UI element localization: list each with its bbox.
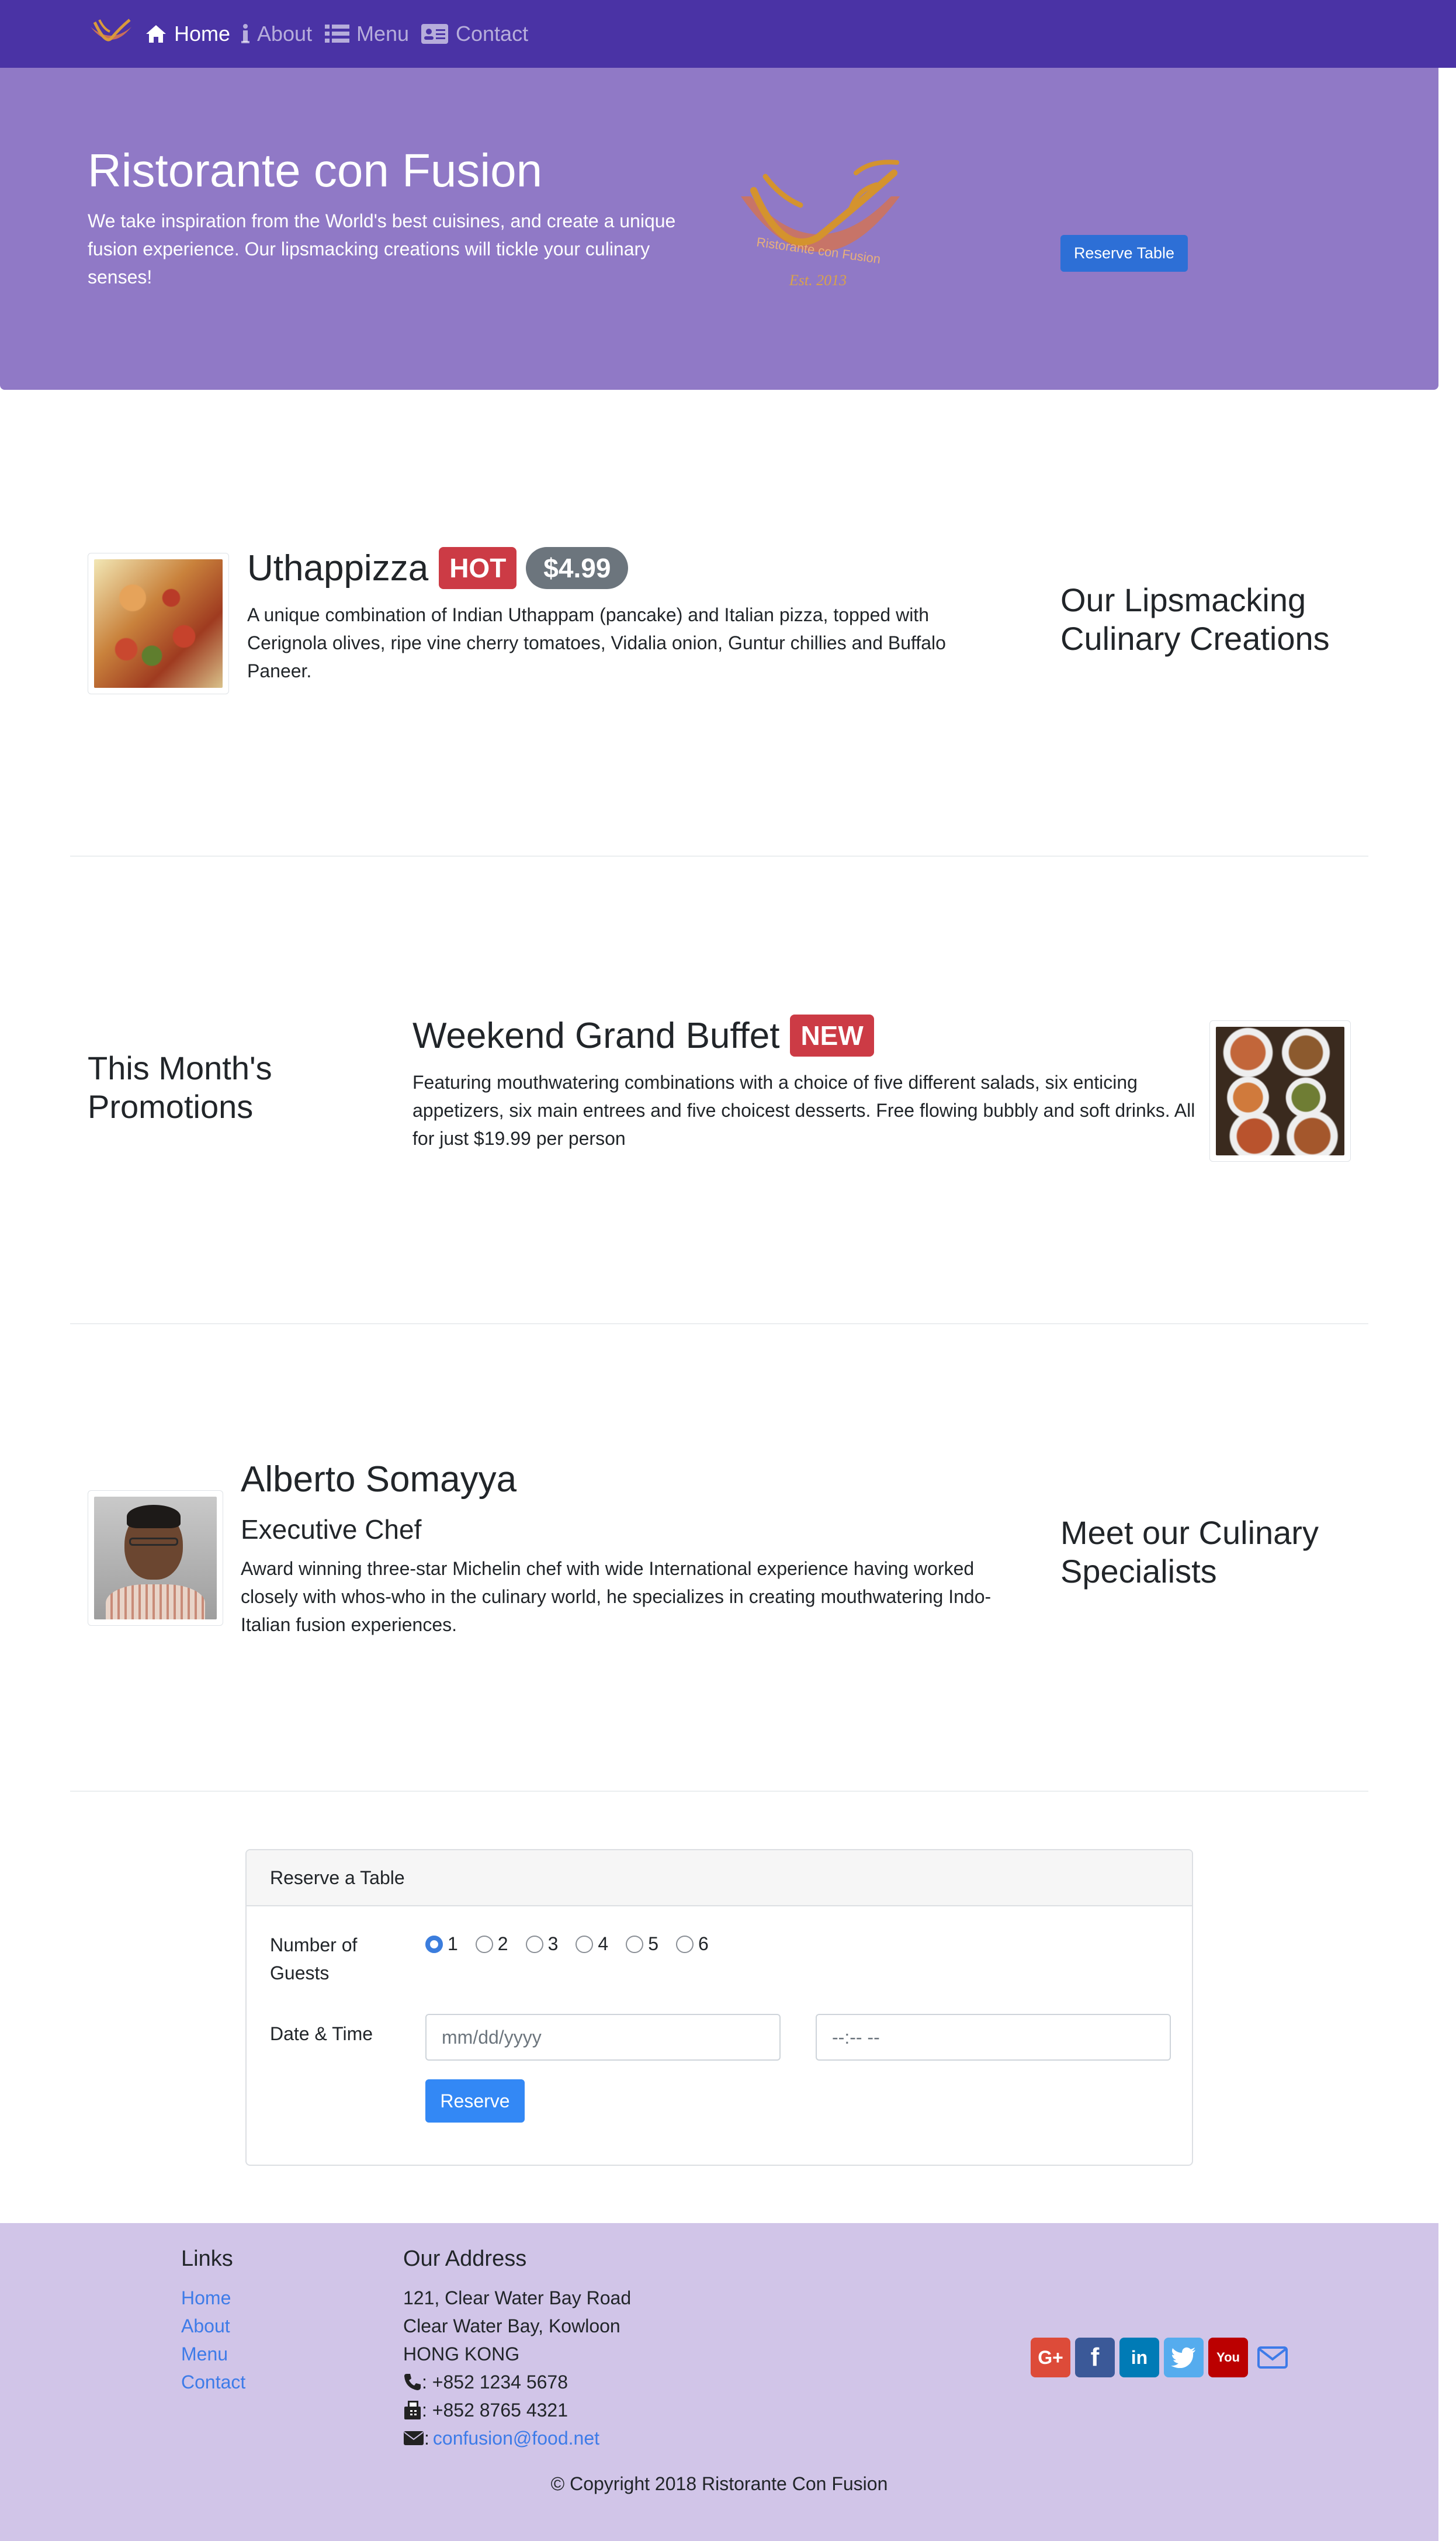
datetime-label: Date & Time [270,2023,373,2044]
leader-name: Alberto Somayya [241,1459,517,1500]
social-links: G+ f in You [1031,2338,1297,2377]
guest-option-6[interactable]: 6 [675,1933,709,1955]
date-input[interactable]: mm/dd/yyyy [425,2014,781,2061]
divider [70,1323,1368,1324]
linkedin-icon[interactable]: in [1119,2338,1159,2377]
phone-text: : +852 1234 5678 [422,2372,568,2393]
guest-option-5[interactable]: 5 [626,1933,658,1955]
time-input[interactable]: --:-- -- [816,2014,1171,2061]
dish-name: Uthappizza [247,548,429,588]
radio-button[interactable] [425,1935,443,1953]
reservation-card-header: Reserve a Table [247,1850,1192,1906]
promotion-section-heading: This Month's Promotions [88,1050,272,1125]
phone-line: : +852 1234 5678 [403,2368,631,2396]
hot-badge: HOT [439,547,517,589]
restaurant-logo: Ristorante con Fusion Est. 2013 [730,155,929,296]
address-line: HONG KONG [403,2343,520,2365]
nav-contact[interactable]: Contact [421,0,528,68]
promotion-description: Featuring mouthwatering combinations wit… [412,1072,1195,1149]
nav-about[interactable]: About [241,0,312,68]
mail-icon[interactable] [1253,2338,1292,2377]
phone-icon [403,2373,422,2391]
google-plus-icon[interactable]: G+ [1031,2338,1070,2377]
facebook-icon[interactable]: f [1075,2338,1115,2377]
new-badge: NEW [790,1015,874,1057]
radio-button[interactable] [475,1935,493,1953]
guest-option-3[interactable]: 3 [525,1933,559,1955]
promotion-thumbnail [1209,1020,1351,1162]
fax-line: : +852 8765 4321 [403,2396,631,2424]
divider [70,1791,1368,1792]
jumbotron-title: Ristorante con Fusion [88,144,543,196]
footer-links-heading: Links [181,2246,233,2271]
guest-option-label: 6 [698,1933,709,1954]
jumbotron: Ristorante con Fusion We take inspiratio… [0,68,1438,390]
youtube-icon[interactable]: You [1208,2338,1248,2377]
fax-text: : +852 8765 4321 [422,2400,568,2421]
info-icon [241,23,250,44]
footer-link-contact[interactable]: Contact [181,2368,245,2396]
leader-title: Executive Chef [241,1514,422,1545]
guests-label: Number of Guests [270,1934,358,1983]
guest-option-label: 3 [547,1933,559,1954]
promotion-heading: Weekend Grand Buffet NEW [412,1015,874,1057]
logo-est: Est. 2013 [789,272,847,289]
price-badge: $4.99 [526,547,629,589]
radio-button[interactable] [626,1935,644,1953]
footer-link-home[interactable]: Home [181,2284,245,2312]
dish-heading: Uthappizza HOT $4.99 [247,547,629,589]
dish-thumbnail [88,553,229,694]
nav-contact-label: Contact [456,22,529,46]
email-line: : confusion@food.net [403,2424,631,2452]
leader-description: Award winning three-star Michelin chef w… [241,1558,992,1635]
buffet-image [1216,1027,1344,1155]
address-line: 121, Clear Water Bay Road [403,2287,632,2308]
radio-button[interactable] [675,1935,694,1953]
leader-section-heading: Meet our Culinary Specialists [1060,1514,1319,1590]
guest-option-label: 4 [598,1933,609,1954]
jumbotron-text: We take inspiration from the World's bes… [88,210,676,288]
reserve-submit-button[interactable]: Reserve [425,2079,525,2123]
guest-option-1[interactable]: 1 [425,1933,458,1955]
footer-links: Home About Menu Contact [181,2284,245,2396]
footer-address: 121, Clear Water Bay Road Clear Water Ba… [403,2284,631,2452]
nav-menu-label: Menu [356,22,410,46]
chef-photo [94,1497,217,1619]
twitter-icon[interactable] [1164,2338,1204,2377]
nav-home[interactable]: Home [145,0,230,68]
nav-menu[interactable]: Menu [325,0,409,68]
navbar: Home About Menu Contact [0,0,1456,68]
dish-description: A unique combination of Indian Uthappam … [247,604,946,681]
guest-option-label: 5 [648,1933,658,1954]
guests-radio-group: 1 2 3 4 5 6 [425,1933,709,1955]
nav-about-label: About [257,22,313,46]
guest-option-4[interactable]: 4 [576,1933,608,1955]
footer-link-about[interactable]: About [181,2312,245,2340]
dish-section-heading: Our Lipsmacking Culinary Creations [1060,581,1330,657]
home-icon [145,24,167,44]
guest-option-label: 1 [448,1933,458,1954]
address-line: Clear Water Bay, Kowloon [403,2315,620,2336]
reservation-card: Reserve a Table Number of Guests 1 2 3 4… [245,1849,1193,2166]
footer-link-menu[interactable]: Menu [181,2340,245,2368]
envelope-icon [403,2430,424,2446]
email-link[interactable]: confusion@food.net [433,2424,599,2452]
reserve-table-button[interactable]: Reserve Table [1060,235,1188,272]
radio-button[interactable] [576,1935,594,1953]
guest-option-2[interactable]: 2 [475,1933,508,1955]
brand-logo[interactable] [88,16,134,51]
list-icon [325,24,349,44]
pizza-image [94,559,223,688]
nav-home-label: Home [174,22,231,46]
divider [70,856,1368,857]
promotion-name: Weekend Grand Buffet [412,1015,780,1056]
copyright: © Copyright 2018 Ristorante Con Fusion [550,2473,888,2494]
leader-thumbnail [88,1490,223,1626]
radio-button[interactable] [525,1935,543,1953]
fax-icon [403,2400,422,2421]
address-card-icon [421,23,449,44]
guest-option-label: 2 [497,1933,508,1954]
footer-address-heading: Our Address [403,2246,527,2271]
